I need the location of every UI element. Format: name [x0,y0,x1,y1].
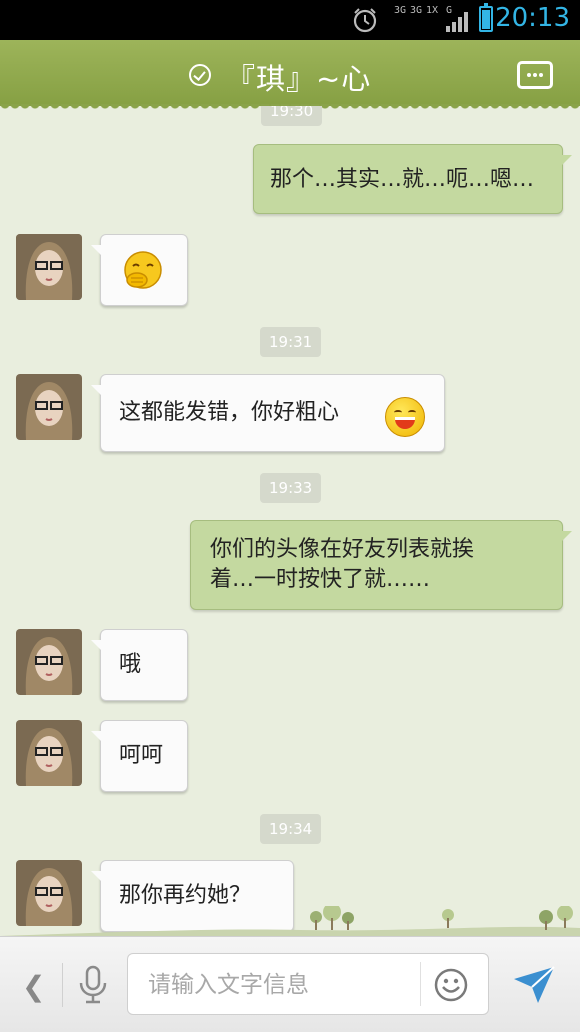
network-label-2: 3G [410,5,423,16]
message-bubble-incoming[interactable]: 哦 [91,629,188,701]
avatar-image [16,720,82,786]
signal-strength-icon [446,12,468,32]
message-bubble-outgoing[interactable]: 你们的头像在好友列表就挨 着…一时按快了就…… [190,520,572,610]
message-bubble-outgoing[interactable]: 那个…其实…就…呃…嗯… [253,144,572,214]
grin-emoji-icon [385,397,425,437]
menu-dot-icon [527,73,531,77]
avatar-image [16,374,82,440]
message-bubble-incoming[interactable] [91,234,188,306]
timestamp: 19:33 [260,473,322,503]
message-text: 这都能发错，你好粗心 [119,400,340,425]
avatar[interactable] [16,720,82,786]
chat-title: 『琪』~心 [226,62,372,96]
message-text-line: 着…一时按快了就…… [210,567,431,592]
menu-dot-icon [533,73,537,77]
chevron-left-icon[interactable]: ❮ [22,970,45,1003]
timestamp: 19:31 [260,327,322,357]
message-bubble-incoming[interactable]: 这都能发错，你好粗心 [91,374,445,452]
status-bar: 3G 3G 1X G 20:13 [0,0,580,40]
timestamp: 19:34 [260,814,322,844]
scenery-decoration [0,906,580,936]
divider [62,963,63,1007]
message-text: 那你再约她？ [119,883,252,908]
avatar[interactable] [16,629,82,695]
message-input-bar: ❮ [0,936,580,1032]
message-bubble-incoming[interactable]: 呵呵 [91,720,188,792]
shy-smile-emoji-icon [124,251,162,289]
message-text: 那个…其实…就…呃…嗯… [270,167,535,192]
network-label-3: 1X [426,5,439,16]
message-text-field[interactable] [127,953,489,1015]
network-label-1: 3G [394,5,407,16]
message-text: 呵呵 [119,743,164,768]
alarm-clock-icon [353,8,377,33]
chat-menu-button[interactable] [517,61,553,89]
timestamp: 19:30 [261,106,323,126]
chat-header: 『琪』~心 [0,40,580,112]
send-icon[interactable] [512,965,556,1005]
battery-level-fill [482,10,490,29]
chat-message-list[interactable]: 19:30 那个…其实…就…呃…嗯… 19:31 这都能发错，你好粗心 19:3… [0,106,580,936]
menu-dot-icon [539,73,543,77]
message-input[interactable] [146,968,420,1002]
avatar[interactable] [16,234,82,300]
avatar[interactable] [16,374,82,440]
microphone-icon[interactable] [78,965,108,1005]
battery-icon [479,3,493,32]
status-time: 20:13 [495,3,570,33]
divider [420,962,421,1006]
online-check-icon [189,64,211,86]
avatar-image [16,234,82,300]
smiley-icon[interactable] [433,967,469,1003]
avatar-image [16,629,82,695]
message-text: 哦 [119,652,142,677]
message-text-line: 你们的头像在好友列表就挨 [210,537,475,562]
